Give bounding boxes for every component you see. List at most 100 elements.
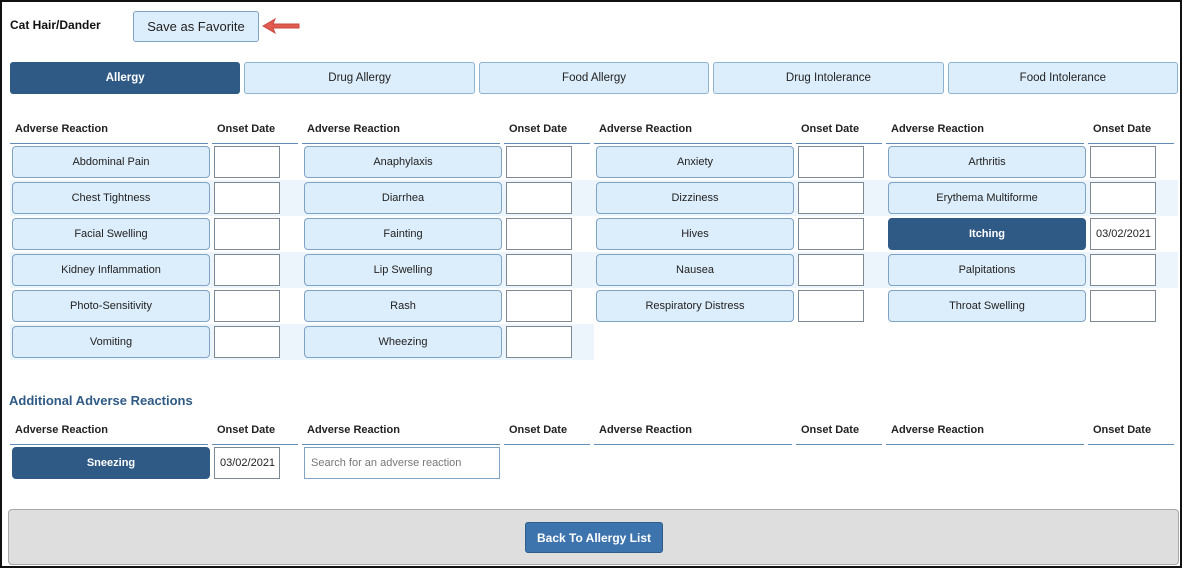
onset-date-input[interactable] [214, 182, 280, 214]
adverse-reaction-search-input[interactable] [304, 447, 500, 479]
onset-cell [212, 180, 302, 216]
onset-date-input[interactable] [506, 254, 572, 286]
allergy-type-tabs: Allergy Drug Allergy Food Allergy Drug I… [10, 62, 1179, 95]
onset-cell [504, 288, 594, 324]
reaction-cell: Sneezing [10, 445, 212, 481]
onset-cell [504, 252, 594, 288]
onset-date-input[interactable] [506, 290, 572, 322]
additional-reactions-title: Additional Adverse Reactions [9, 393, 193, 408]
footer-bar: Back To Allergy List [8, 509, 1179, 565]
reaction-cell: Anaphylaxis [302, 144, 504, 180]
onset-date-input[interactable]: 03/02/2021 [1090, 218, 1156, 250]
onset-date-input[interactable] [214, 254, 280, 286]
onset-date-input[interactable] [506, 326, 572, 358]
reaction-cell: Fainting [302, 216, 504, 252]
reaction-button[interactable]: Photo-Sensitivity [12, 290, 210, 322]
column-header-onset: Onset Date [504, 415, 590, 445]
onset-date-input[interactable] [798, 218, 864, 250]
reaction-button[interactable]: Dizziness [596, 182, 794, 214]
onset-cell: 03/02/2021 [212, 445, 302, 481]
reaction-button[interactable]: Rash [304, 290, 502, 322]
column-header-reaction: Adverse Reaction [594, 415, 792, 445]
reaction-button[interactable]: Respiratory Distress [596, 290, 794, 322]
reaction-cell: Vomiting [10, 324, 212, 360]
onset-cell [796, 144, 886, 180]
onset-date-input[interactable] [506, 218, 572, 250]
reaction-button[interactable]: Fainting [304, 218, 502, 250]
save-as-favorite-button[interactable]: Save as Favorite [133, 11, 259, 42]
reaction-cell: Lip Swelling [302, 252, 504, 288]
reaction-cell: Itching [886, 216, 1088, 252]
reaction-button[interactable]: Diarrhea [304, 182, 502, 214]
empty-cell [1088, 324, 1178, 360]
onset-date-input[interactable] [214, 290, 280, 322]
onset-date-input[interactable] [506, 146, 572, 178]
column-header-onset: Onset Date [504, 114, 590, 144]
column-header-reaction: Adverse Reaction [302, 114, 500, 144]
column-header-reaction: Adverse Reaction [10, 114, 208, 144]
reaction-button[interactable]: Abdominal Pain [12, 146, 210, 178]
reaction-button[interactable]: Facial Swelling [12, 218, 210, 250]
tab-food-intolerance[interactable]: Food Intolerance [947, 62, 1179, 94]
onset-date-input[interactable] [1090, 182, 1156, 214]
onset-date-input[interactable]: 03/02/2021 [214, 447, 280, 479]
onset-date-input[interactable] [798, 146, 864, 178]
reaction-button[interactable]: Chest Tightness [12, 182, 210, 214]
tab-food-allergy[interactable]: Food Allergy [478, 62, 710, 94]
onset-cell [796, 252, 886, 288]
onset-date-input[interactable] [798, 254, 864, 286]
column-header-onset: Onset Date [796, 114, 882, 144]
column-header-reaction: Adverse Reaction [302, 415, 500, 445]
reaction-button[interactable]: Hives [596, 218, 794, 250]
reaction-button[interactable]: Wheezing [304, 326, 502, 358]
onset-cell [212, 144, 302, 180]
onset-date-input[interactable] [798, 182, 864, 214]
onset-cell [212, 252, 302, 288]
reaction-cell: Nausea [594, 252, 796, 288]
reaction-cell: Kidney Inflammation [10, 252, 212, 288]
onset-date-input[interactable] [1090, 290, 1156, 322]
reaction-button[interactable]: Throat Swelling [888, 290, 1086, 322]
reaction-button[interactable]: Anxiety [596, 146, 794, 178]
empty-cell [796, 324, 886, 360]
column-header-reaction: Adverse Reaction [886, 114, 1084, 144]
column-header-onset: Onset Date [1088, 114, 1174, 144]
onset-cell [504, 324, 594, 360]
tab-allergy[interactable]: Allergy [10, 62, 241, 94]
onset-date-input[interactable] [214, 146, 280, 178]
reaction-cell: Rash [302, 288, 504, 324]
onset-cell [796, 180, 886, 216]
column-header-reaction: Adverse Reaction [594, 114, 792, 144]
tab-drug-intolerance[interactable]: Drug Intolerance [713, 62, 944, 94]
onset-date-input[interactable] [798, 290, 864, 322]
column-header-reaction: Adverse Reaction [10, 415, 208, 445]
reaction-button[interactable]: Kidney Inflammation [12, 254, 210, 286]
reaction-button[interactable]: Nausea [596, 254, 794, 286]
onset-cell [1088, 180, 1178, 216]
arrow-left-icon [262, 17, 300, 35]
onset-date-input[interactable] [1090, 146, 1156, 178]
back-to-allergy-list-button[interactable]: Back To Allergy List [525, 522, 663, 553]
reaction-button[interactable]: Itching [888, 218, 1086, 250]
onset-date-input[interactable] [1090, 254, 1156, 286]
adverse-reactions-grid: Adverse Reaction Onset Date Adverse Reacti… [10, 114, 1178, 360]
reaction-button[interactable]: Sneezing [12, 447, 210, 479]
search-cell [302, 445, 594, 481]
reaction-cell: Wheezing [302, 324, 504, 360]
onset-date-input[interactable] [214, 326, 280, 358]
reaction-button[interactable]: Anaphylaxis [304, 146, 502, 178]
reaction-button[interactable]: Arthritis [888, 146, 1086, 178]
reaction-button[interactable]: Vomiting [12, 326, 210, 358]
additional-reactions-grid: Adverse Reaction Onset Date Adverse Reacti… [10, 415, 1178, 481]
onset-date-input[interactable] [506, 182, 572, 214]
reaction-button[interactable]: Lip Swelling [304, 254, 502, 286]
onset-date-input[interactable] [214, 218, 280, 250]
onset-cell [796, 216, 886, 252]
onset-cell [212, 324, 302, 360]
reaction-button[interactable]: Palpitations [888, 254, 1086, 286]
column-header-onset: Onset Date [1088, 415, 1174, 445]
onset-cell: 03/02/2021 [1088, 216, 1178, 252]
tab-drug-allergy[interactable]: Drug Allergy [244, 62, 475, 94]
empty-cell [886, 324, 1088, 360]
reaction-button[interactable]: Erythema Multiforme [888, 182, 1086, 214]
